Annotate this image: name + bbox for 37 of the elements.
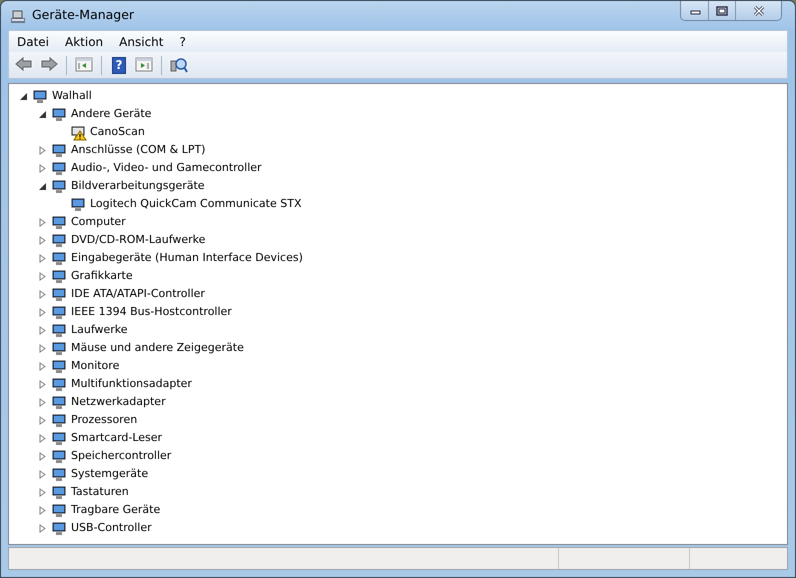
maximize-button[interactable]	[708, 1, 735, 20]
tree-item[interactable]: Systemgeräte	[69, 466, 150, 482]
tree-item[interactable]: Netzwerkadapter	[69, 394, 168, 410]
tree-item[interactable]: Anschlüsse (COM & LPT)	[69, 142, 208, 158]
tree-item[interactable]: Logitech QuickCam Communicate STX	[88, 196, 304, 212]
tree-item[interactable]: Eingabegeräte (Human Interface Devices)	[69, 250, 305, 266]
tree-item[interactable]: Laufwerke	[69, 322, 130, 338]
tree-item[interactable]: Monitore	[69, 358, 122, 374]
tree-item[interactable]: Tragbare Geräte	[69, 502, 162, 518]
tree-item[interactable]: DVD/CD-ROM-Laufwerke	[69, 232, 208, 248]
menu-item[interactable]: Ansicht	[111, 32, 172, 50]
tree-item[interactable]: IEEE 1394 Bus-Hostcontroller	[69, 304, 234, 320]
tree-item[interactable]: Grafikkarte	[69, 268, 135, 284]
tree-item[interactable]: CanoScan	[88, 124, 147, 140]
minimize-button[interactable]	[681, 1, 708, 20]
tree-item[interactable]: USB-Controller	[69, 520, 154, 536]
tree-item[interactable]: Walhall	[50, 88, 94, 104]
tree-item[interactable]: IDE ATA/ATAPI-Controller	[69, 286, 207, 302]
tree-item[interactable]: Speichercontroller	[69, 448, 174, 464]
tree-item[interactable]: Computer	[69, 214, 128, 230]
tree-item[interactable]: Audio-, Video- und Gamecontroller	[69, 160, 264, 176]
tree-item[interactable]: Andere Geräte	[69, 106, 154, 122]
tree-item[interactable]: Multifunktionsadapter	[69, 376, 194, 392]
maximize-icon	[715, 4, 729, 16]
menu-item[interactable]: ?	[171, 32, 194, 50]
close-icon	[752, 4, 766, 16]
help-button[interactable]: ?	[112, 56, 126, 74]
device-manager-icon	[10, 8, 26, 24]
menu-item[interactable]: Datei	[9, 32, 58, 50]
tree-item[interactable]: Mäuse und andere Zeigegeräte	[69, 340, 246, 356]
menu-item[interactable]: Aktion	[57, 32, 112, 50]
tree-item[interactable]: Prozessoren	[69, 412, 140, 428]
tree-item[interactable]: Bildverarbeitungsgeräte	[69, 178, 207, 194]
tree-item[interactable]: Tastaturen	[69, 484, 131, 500]
close-button[interactable]	[735, 1, 781, 20]
window-title: Geräte-Manager	[32, 6, 134, 24]
tree-item[interactable]: Smartcard-Leser	[69, 430, 164, 446]
